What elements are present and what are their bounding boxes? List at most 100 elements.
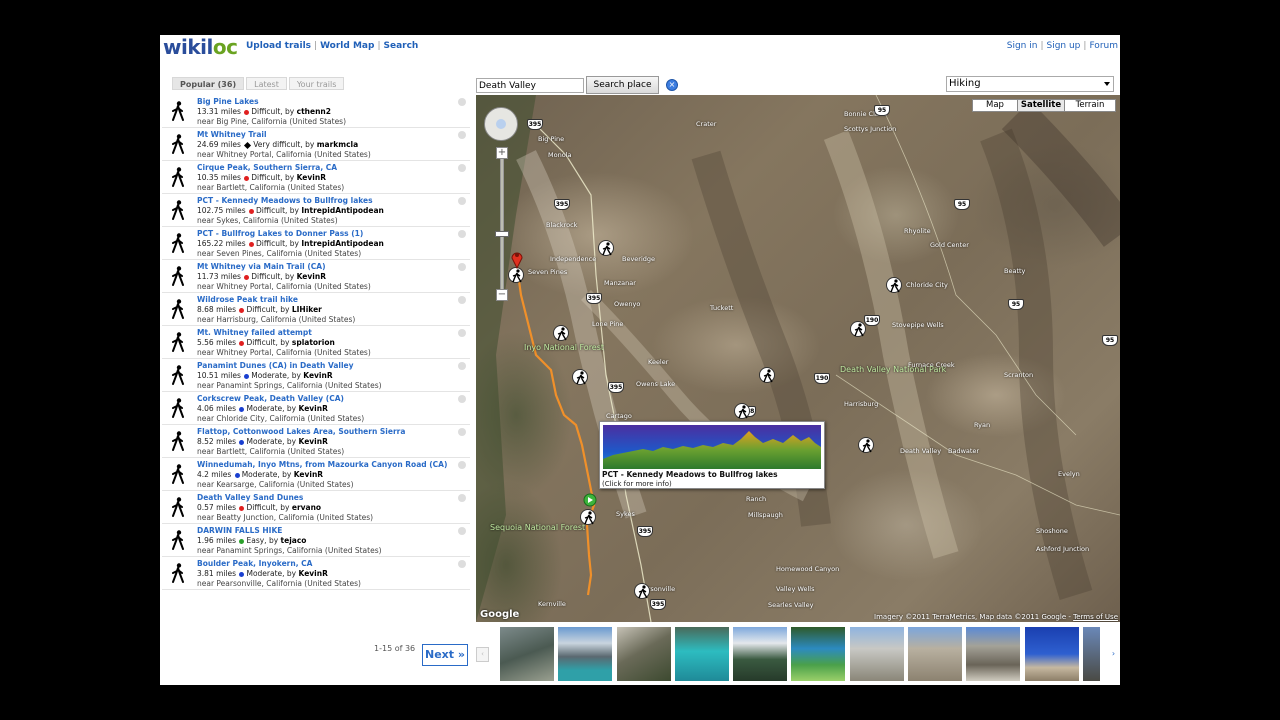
- trail-row[interactable]: Mt Whitney Trail 24.69 miles Very difficu…: [162, 128, 470, 161]
- favorite-star-icon[interactable]: [458, 98, 466, 106]
- trail-marker-icon[interactable]: [572, 369, 588, 385]
- trail-row[interactable]: Winnedumah, Inyo Mtns, from Mazourka Can…: [162, 458, 470, 491]
- trail-marker-icon[interactable]: [634, 583, 650, 599]
- map-type-map[interactable]: Map: [972, 99, 1018, 112]
- trail-author[interactable]: tejaco: [281, 536, 307, 545]
- trail-name-link[interactable]: Death Valley Sand Dunes: [197, 493, 303, 502]
- trail-author[interactable]: KevinR: [294, 470, 323, 479]
- favorite-star-icon[interactable]: [458, 395, 466, 403]
- trail-row[interactable]: Corkscrew Peak, Death Valley (CA) 4.06 mi…: [162, 392, 470, 425]
- trail-start-pin-icon[interactable]: [510, 249, 524, 269]
- trail-row[interactable]: Boulder Peak, Inyokern, CA 3.81 miles Mod…: [162, 557, 470, 590]
- trail-name-link[interactable]: Corkscrew Peak, Death Valley (CA): [197, 394, 344, 403]
- trail-name-link[interactable]: PCT - Kennedy Meadows to Bullfrog lakes: [197, 196, 373, 205]
- trail-photo[interactable]: [675, 627, 729, 681]
- trail-name-link[interactable]: DARWIN FALLS HIKE: [197, 526, 282, 535]
- trail-row[interactable]: DARWIN FALLS HIKE 1.96 miles Easy, by tej…: [162, 524, 470, 557]
- tab-your-trails[interactable]: Your trails: [288, 77, 345, 90]
- trail-name-link[interactable]: Flattop, Cottonwood Lakes Area, Southern…: [197, 427, 405, 436]
- photo-next-button[interactable]: ›: [1107, 647, 1120, 662]
- trail-name-link[interactable]: PCT - Bullfrog Lakes to Donner Pass (1): [197, 229, 363, 238]
- place-search-input[interactable]: [476, 78, 584, 93]
- favorite-star-icon[interactable]: [458, 428, 466, 436]
- trail-author[interactable]: cthenn2: [297, 107, 331, 116]
- trail-author[interactable]: splatorion: [292, 338, 335, 347]
- trail-marker-icon[interactable]: [850, 321, 866, 337]
- favorite-star-icon[interactable]: [458, 131, 466, 139]
- favorite-star-icon[interactable]: [458, 296, 466, 304]
- sign-in-link[interactable]: Sign in: [1007, 41, 1038, 51]
- trail-photo[interactable]: [791, 627, 845, 681]
- map-type-terrain[interactable]: Terrain: [1064, 99, 1116, 112]
- trail-author[interactable]: LIHiker: [292, 305, 322, 314]
- favorite-star-icon[interactable]: [458, 527, 466, 535]
- trail-author[interactable]: ervano: [292, 503, 321, 512]
- zoom-slider-thumb[interactable]: [495, 231, 509, 237]
- popup-title[interactable]: PCT - Kennedy Meadows to Bullfrog lakes: [602, 470, 778, 479]
- tab-popular[interactable]: Popular (36): [172, 77, 245, 90]
- favorite-star-icon[interactable]: [458, 197, 466, 205]
- trail-row[interactable]: Cirque Peak, Southern Sierra, CA 10.35 mi…: [162, 161, 470, 194]
- favorite-star-icon[interactable]: [458, 560, 466, 568]
- trail-name-link[interactable]: Panamint Dunes (CA) in Death Valley: [197, 361, 354, 370]
- trail-row[interactable]: PCT - Bullfrog Lakes to Donner Pass (1) 1…: [162, 227, 470, 260]
- trail-name-link[interactable]: Wildrose Peak trail hike: [197, 295, 298, 304]
- photo-prev-button[interactable]: ‹: [476, 647, 489, 662]
- trail-photo[interactable]: [1025, 627, 1079, 681]
- favorite-star-icon[interactable]: [458, 494, 466, 502]
- activity-select[interactable]: Hiking: [946, 76, 1114, 92]
- trail-photo[interactable]: [500, 627, 554, 681]
- terms-of-use-link[interactable]: Terms of Use: [1073, 613, 1118, 621]
- favorite-star-icon[interactable]: [458, 362, 466, 370]
- trail-marker-icon[interactable]: [759, 367, 775, 383]
- trail-info-popup[interactable]: PCT - Kennedy Meadows to Bullfrog lakes …: [599, 421, 825, 489]
- trail-photo[interactable]: [733, 627, 787, 681]
- zoom-out-button[interactable]: −: [496, 289, 508, 301]
- trail-name-link[interactable]: Mt Whitney Trail: [197, 130, 267, 139]
- trail-name-link[interactable]: Winnedumah, Inyo Mtns, from Mazourka Can…: [197, 460, 447, 469]
- trail-name-link[interactable]: Mt. Whitney failed attempt: [197, 328, 312, 337]
- trail-author[interactable]: KevinR: [297, 272, 326, 281]
- trail-marker-icon[interactable]: [858, 437, 874, 453]
- forum-link[interactable]: Forum: [1089, 41, 1118, 51]
- trail-author[interactable]: KevinR: [297, 173, 326, 182]
- trail-name-link[interactable]: Boulder Peak, Inyokern, CA: [197, 559, 313, 568]
- favorite-star-icon[interactable]: [458, 230, 466, 238]
- trail-row[interactable]: Big Pine Lakes 13.31 miles Difficult, by …: [162, 95, 470, 128]
- trail-photo[interactable]: [617, 627, 671, 681]
- trail-marker-icon[interactable]: [508, 267, 524, 283]
- nav-world-map[interactable]: World Map: [320, 41, 374, 51]
- search-place-button[interactable]: Search place: [586, 76, 659, 94]
- trail-photo[interactable]: [1083, 627, 1100, 681]
- zoom-slider-track[interactable]: [500, 159, 504, 289]
- trail-author[interactable]: IntrepidAntipodean: [301, 239, 384, 248]
- trail-marker-icon[interactable]: [734, 403, 750, 419]
- trail-author[interactable]: markmcla: [317, 140, 358, 149]
- google-logo[interactable]: Google: [480, 609, 519, 620]
- tab-latest[interactable]: Latest: [246, 77, 287, 90]
- nav-search[interactable]: Search: [383, 41, 418, 51]
- favorite-star-icon[interactable]: [458, 164, 466, 172]
- favorite-star-icon[interactable]: [458, 461, 466, 469]
- trail-row[interactable]: Mt. Whitney failed attempt 5.56 miles Dif…: [162, 326, 470, 359]
- trail-row[interactable]: Flattop, Cottonwood Lakes Area, Southern…: [162, 425, 470, 458]
- clear-search-icon[interactable]: ×: [666, 79, 678, 91]
- trail-marker-icon[interactable]: [886, 277, 902, 293]
- trail-marker-icon[interactable]: [553, 325, 569, 341]
- next-page-button[interactable]: Next »: [422, 644, 468, 666]
- trail-marker-icon[interactable]: [598, 240, 614, 256]
- trail-author[interactable]: KevinR: [303, 371, 332, 380]
- trail-author[interactable]: KevinR: [299, 569, 328, 578]
- favorite-star-icon[interactable]: [458, 329, 466, 337]
- favorite-star-icon[interactable]: [458, 263, 466, 271]
- trail-name-link[interactable]: Cirque Peak, Southern Sierra, CA: [197, 163, 337, 172]
- zoom-in-button[interactable]: +: [496, 147, 508, 159]
- trail-row[interactable]: PCT - Kennedy Meadows to Bullfrog lakes 1…: [162, 194, 470, 227]
- trail-author[interactable]: KevinR: [299, 437, 328, 446]
- trail-author[interactable]: IntrepidAntipodean: [301, 206, 384, 215]
- trail-marker-icon[interactable]: [580, 509, 596, 525]
- trail-name-link[interactable]: Mt Whitney via Main Trail (CA): [197, 262, 326, 271]
- sign-up-link[interactable]: Sign up: [1046, 41, 1080, 51]
- trail-row[interactable]: Death Valley Sand Dunes 0.57 miles Diffic…: [162, 491, 470, 524]
- trail-name-link[interactable]: Big Pine Lakes: [197, 97, 259, 106]
